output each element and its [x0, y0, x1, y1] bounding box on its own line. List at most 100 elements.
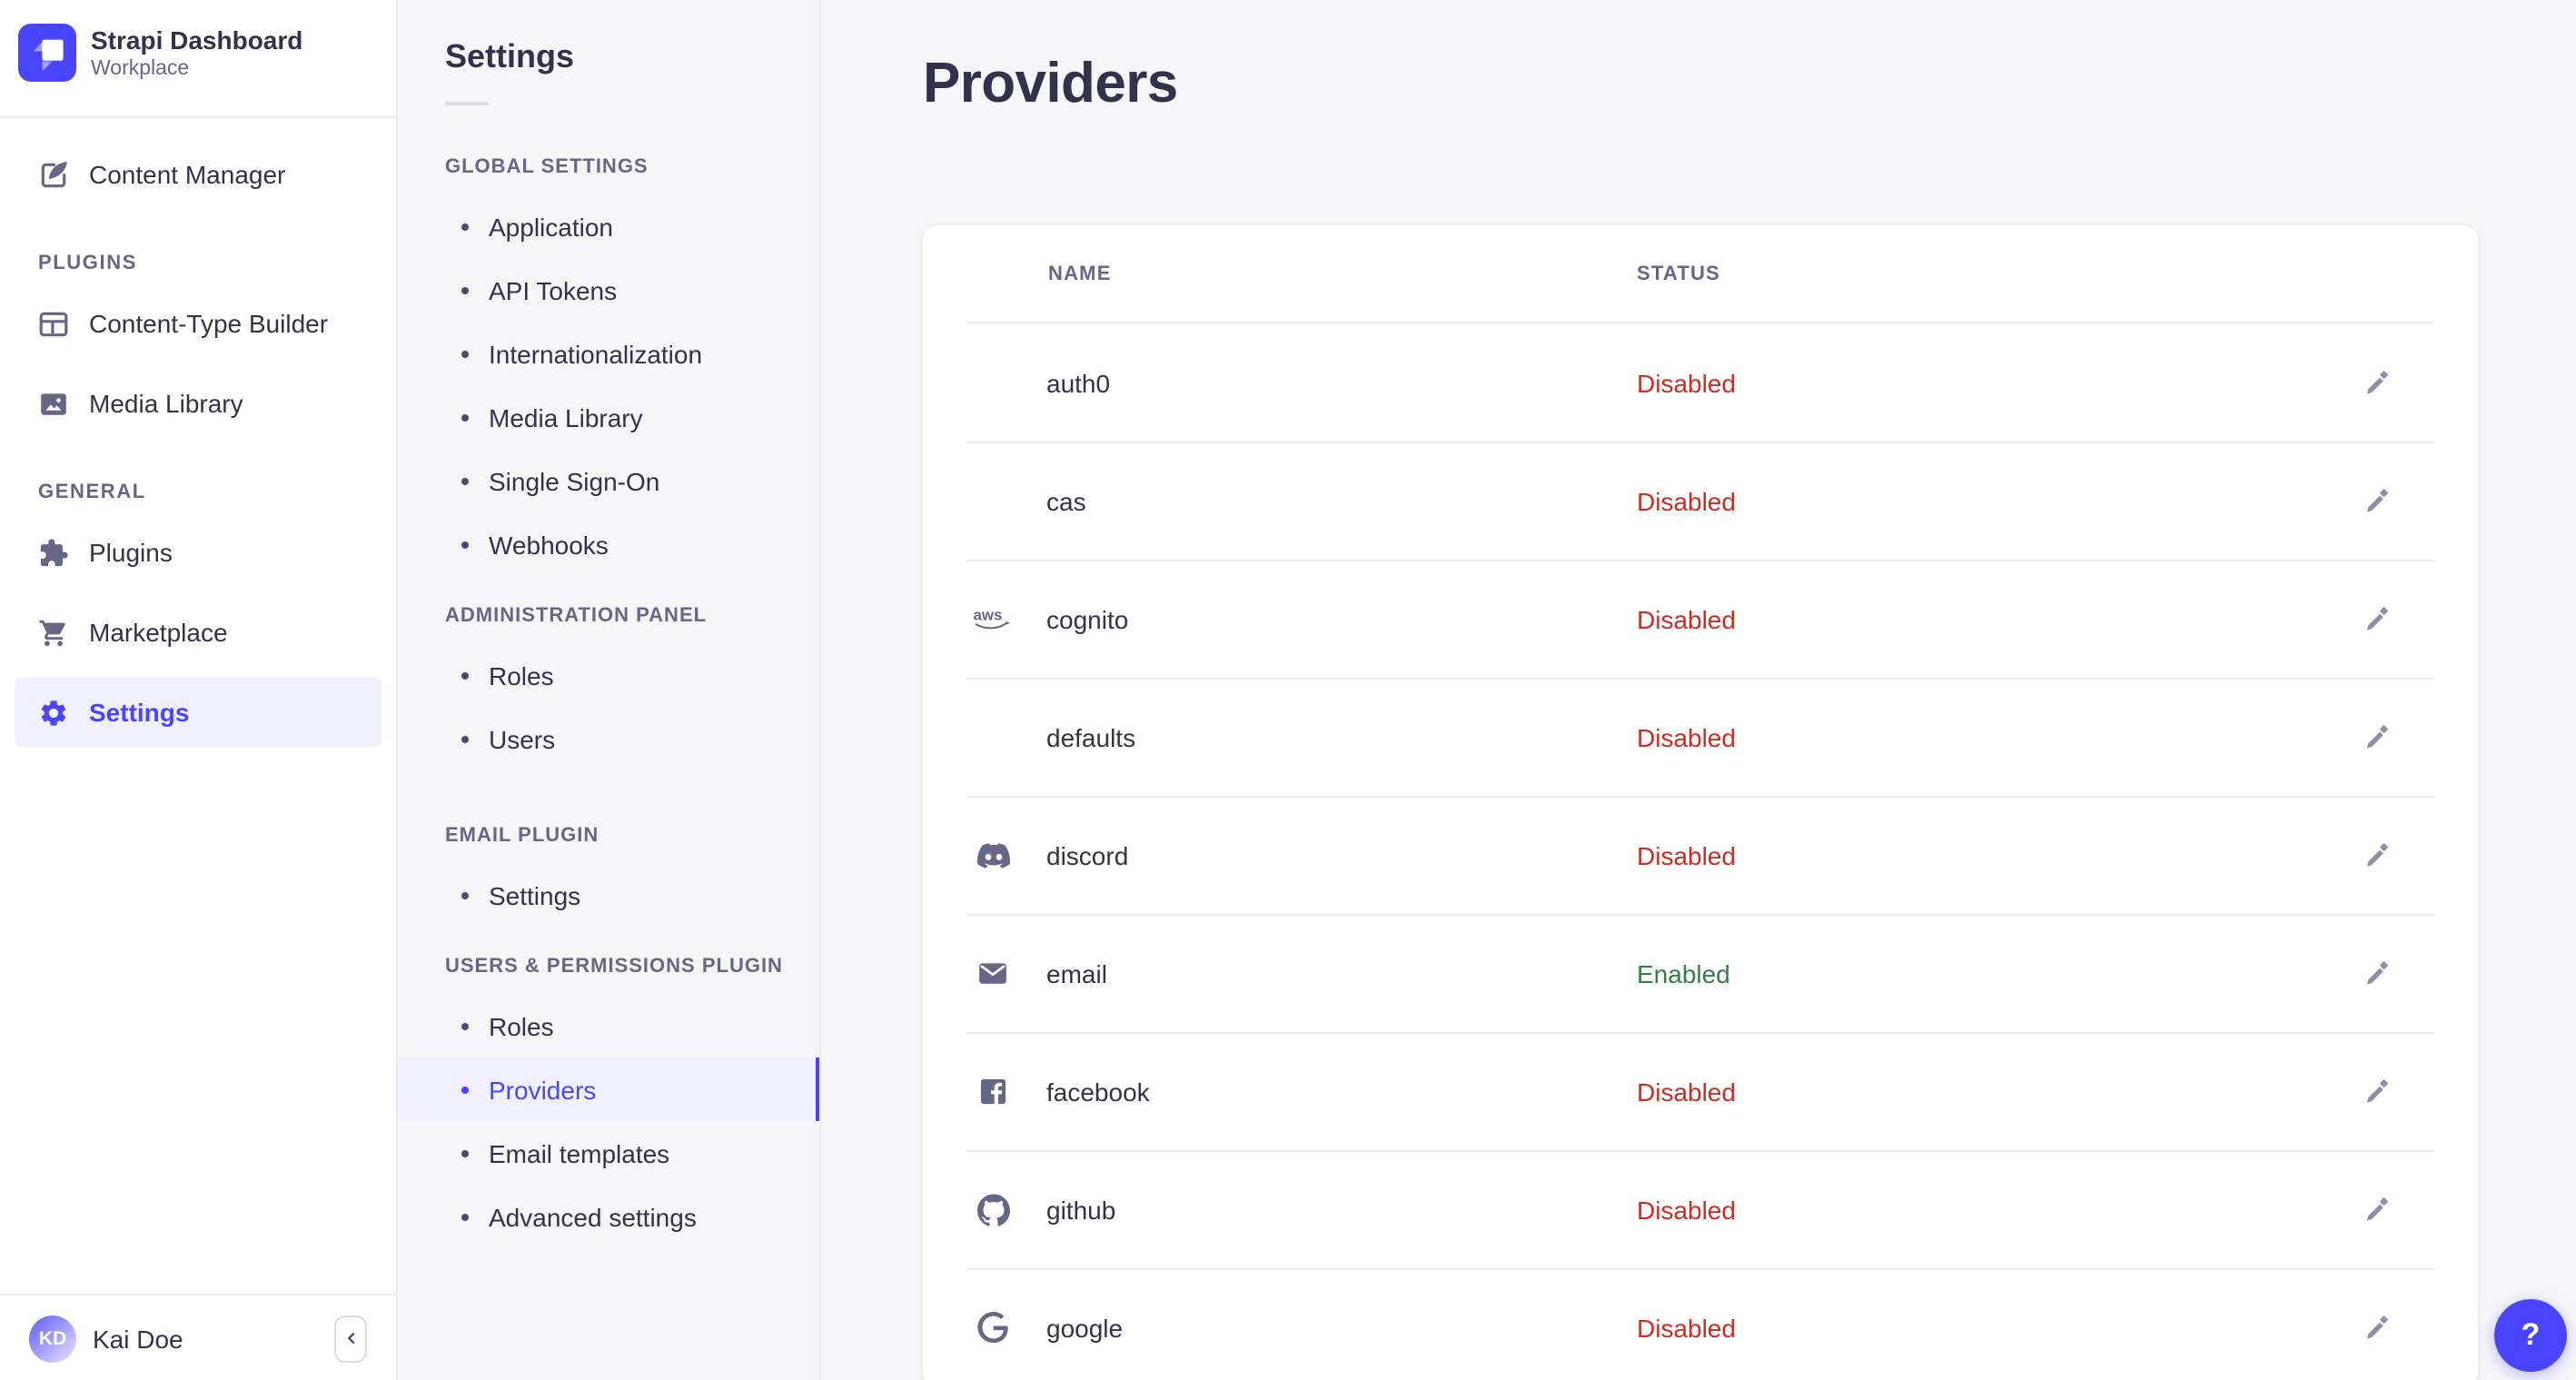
pencil-icon	[2362, 604, 2391, 633]
bullet-icon	[461, 350, 469, 357]
subnav-item-label: Single Sign-On	[489, 466, 660, 495]
subnav-item-label: Internationalization	[489, 339, 703, 368]
provider-name: discord	[1046, 840, 1129, 869]
subnav-item-settings[interactable]: Settings	[398, 863, 819, 927]
cart-icon	[36, 616, 69, 649]
subnav-title: Settings	[445, 38, 575, 74]
subnav-item-application[interactable]: Application	[398, 194, 819, 258]
divider	[0, 116, 396, 118]
media-library-icon	[36, 387, 69, 420]
edit-provider-button[interactable]	[2351, 593, 2402, 644]
subnav-item-api-tokens[interactable]: API Tokens	[398, 258, 819, 322]
bullet-icon	[461, 1149, 469, 1157]
edit-provider-button[interactable]	[2351, 1066, 2402, 1117]
nav-item-label: Media Library	[89, 389, 243, 418]
puzzle-icon	[36, 536, 69, 569]
subnav-section-users-permissions-plugin: USERS & PERMISSIONS PLUGIN Roles Provide…	[398, 956, 819, 1248]
subnav-item-roles[interactable]: Roles	[398, 994, 819, 1057]
subnav-section-email-plugin: EMAIL PLUGIN Settings	[398, 825, 819, 927]
pencil-icon	[2362, 1077, 2391, 1106]
pencil-icon	[2362, 840, 2391, 869]
subnav-section-global-settings: GLOBAL SETTINGS Application API Tokens I…	[398, 156, 819, 576]
subnav-item-internationalization[interactable]: Internationalization	[398, 322, 819, 385]
discord-icon	[972, 796, 1014, 914]
provider-name: cognito	[1046, 604, 1129, 633]
column-header-status: STATUS	[1637, 263, 1720, 285]
subnav-item-label: Roles	[489, 1011, 554, 1040]
provider-status: Disabled	[1637, 486, 1736, 515]
nav-item-settings[interactable]: Settings	[15, 678, 381, 747]
providers-table-card: NAME STATUS auth0 Disabled cas Disabled …	[923, 225, 2478, 1380]
edit-provider-button[interactable]	[2351, 1302, 2402, 1353]
provider-status: Disabled	[1637, 722, 1736, 751]
subnav-section-label: USERS & PERMISSIONS PLUGIN	[445, 956, 783, 978]
nav-item-plugins[interactable]: Plugins	[15, 518, 381, 587]
subnav-item-label: Email templates	[489, 1138, 670, 1167]
pen-icon	[36, 158, 69, 191]
nav-item-content-manager[interactable]: Content Manager	[15, 140, 381, 209]
nav-item-label: Plugins	[89, 538, 173, 567]
subnav-item-webhooks[interactable]: Webhooks	[398, 512, 819, 576]
subnav-item-label: Application	[489, 212, 613, 241]
collapse-sidebar-button[interactable]	[334, 1315, 367, 1362]
subnav-section-label: EMAIL PLUGIN	[445, 825, 599, 847]
subnav-item-label: API Tokens	[489, 275, 618, 304]
subnav-item-roles[interactable]: Roles	[398, 643, 819, 707]
provider-row-defaults: defaults Disabled	[923, 678, 2478, 796]
provider-status: Enabled	[1637, 958, 1730, 988]
subnav-item-media-library[interactable]: Media Library	[398, 385, 819, 449]
edit-provider-button[interactable]	[2351, 1184, 2402, 1235]
subnav-item-providers[interactable]: Providers	[398, 1057, 819, 1121]
provider-name: github	[1046, 1195, 1116, 1224]
provider-name: cas	[1046, 486, 1086, 515]
subnav-item-email-templates[interactable]: Email templates	[398, 1121, 819, 1185]
help-button[interactable]: ?	[2494, 1299, 2567, 1372]
subnav-item-advanced-settings[interactable]: Advanced settings	[398, 1185, 819, 1248]
provider-row-email: email Enabled	[923, 914, 2478, 1032]
provider-row-cognito: aws cognito Disabled	[923, 560, 2478, 678]
page-title: Providers	[923, 51, 1178, 114]
brand-text: Strapi Dashboard Workplace	[91, 25, 302, 81]
edit-provider-button[interactable]	[2351, 475, 2402, 526]
pencil-icon	[2362, 958, 2391, 988]
user-name: Kai Doe	[93, 1324, 183, 1353]
subnav-item-label: Webhooks	[489, 530, 609, 559]
nav-item-label: Marketplace	[89, 618, 228, 647]
pencil-icon	[2362, 486, 2391, 515]
subnav-section-label: GLOBAL SETTINGS	[445, 156, 649, 178]
nav-item-label: Content Manager	[89, 160, 286, 189]
google-icon	[972, 1268, 1014, 1380]
facebook-icon	[972, 1032, 1014, 1150]
nav-item-label: Settings	[89, 698, 190, 727]
subnav-item-users[interactable]: Users	[398, 707, 819, 770]
nav-item-marketplace[interactable]: Marketplace	[15, 598, 381, 667]
no-icon	[972, 678, 1014, 796]
no-icon	[972, 442, 1014, 560]
workspace-brand: Strapi Dashboard Workplace	[0, 0, 396, 105]
provider-row-facebook: facebook Disabled	[923, 1032, 2478, 1150]
provider-row-google: google Disabled	[923, 1268, 2478, 1380]
subnav-item-label: Advanced settings	[489, 1202, 697, 1231]
provider-status: Disabled	[1637, 368, 1736, 397]
edit-provider-button[interactable]	[2351, 357, 2402, 408]
subnav-item-single-sign-on[interactable]: Single Sign-On	[398, 449, 819, 512]
provider-status: Disabled	[1637, 1313, 1736, 1342]
nav-footer: KD Kai Doe	[0, 1294, 396, 1380]
main-navigation: Strapi Dashboard Workplace Content Manag…	[0, 0, 398, 1380]
edit-provider-button[interactable]	[2351, 829, 2402, 880]
provider-row-github: github Disabled	[923, 1150, 2478, 1268]
edit-provider-button[interactable]	[2351, 948, 2402, 998]
edit-provider-button[interactable]	[2351, 711, 2402, 762]
provider-status: Disabled	[1637, 604, 1736, 633]
subnav-section-label: ADMINISTRATION PANEL	[445, 605, 708, 627]
subnav-section-administration-panel: ADMINISTRATION PANEL Roles Users	[398, 605, 819, 770]
help-button-label: ?	[2521, 1317, 2541, 1352]
user-avatar[interactable]: KD	[29, 1315, 76, 1362]
nav-item-content-type-builder[interactable]: Content-Type Builder	[15, 289, 381, 358]
bullet-icon	[461, 223, 469, 230]
subnav-sections: GLOBAL SETTINGS Application API Tokens I…	[398, 156, 819, 1248]
nav-item-media-library[interactable]: Media Library	[15, 369, 381, 438]
aws-icon: aws	[972, 560, 1014, 678]
pencil-icon	[2362, 722, 2391, 751]
provider-name: email	[1046, 958, 1107, 988]
